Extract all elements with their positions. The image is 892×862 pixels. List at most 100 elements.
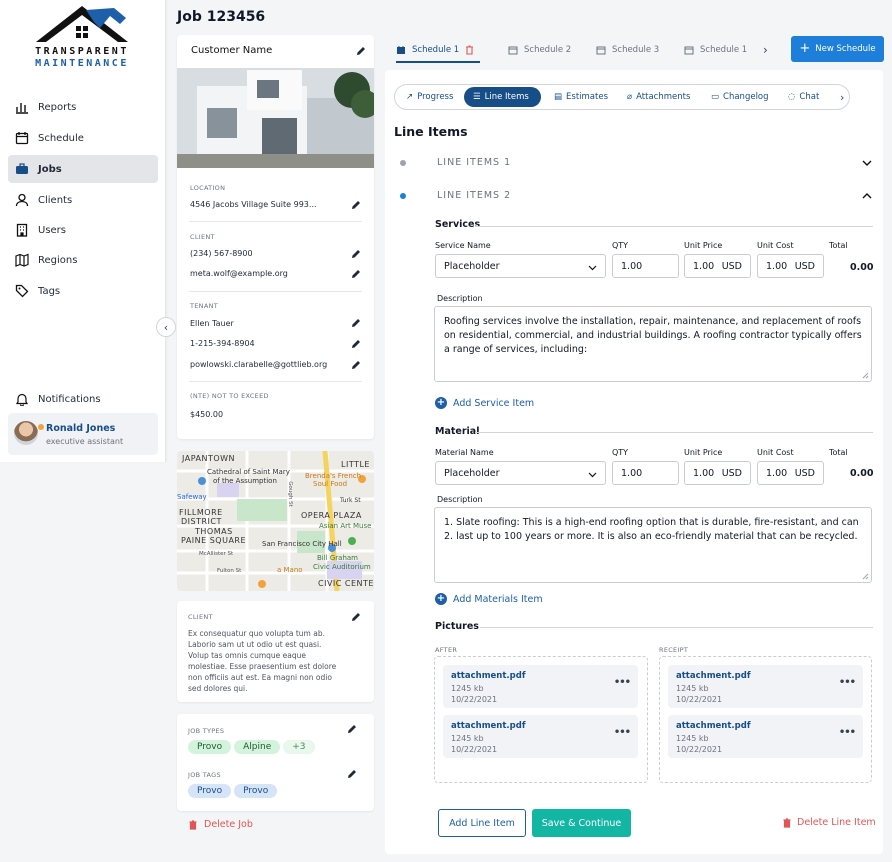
attachment-item[interactable]: attachment.pdf 1245 kb 10/22/2021 ••• [668,665,863,708]
tab-schedule-4[interactable]: Schedule 1 [684,38,747,62]
delete-job-button[interactable]: Delete Job [188,819,253,830]
edit-icon[interactable] [351,360,361,370]
new-schedule-button[interactable]: + New Schedule [791,36,884,62]
tab-attachments[interactable]: ⌀ Attachments [618,87,699,107]
description-label: Description [437,495,483,504]
after-attachments[interactable]: attachment.pdf 1245 kb 10/22/2021 ••• at… [434,656,648,783]
customer-card: Customer Name LOCATION 4546 Jacobs Villa… [177,35,374,439]
map-label: Gough St [286,481,293,507]
trend-icon: ↗ [406,92,414,102]
job-type-chip[interactable]: Provo [188,740,232,754]
subtabs-next-button[interactable]: › [831,87,853,107]
accordion-line-items-1[interactable]: LINE ITEMS 1 [397,154,875,174]
add-line-item-button[interactable]: Add Line Item [438,809,526,837]
attachment-name[interactable]: attachment.pdf [676,721,751,731]
attachment-name[interactable]: attachment.pdf [451,671,526,681]
tab-schedule-2[interactable]: Schedule 2 [508,38,571,62]
accordion-line-items-2[interactable]: LINE ITEMS 2 [397,187,875,207]
next-tabs-button[interactable]: › [763,38,768,62]
sidebar-item-tags[interactable]: Tags [8,277,158,305]
material-description-textarea[interactable]: 1. Slate roofing: This is a high-end roo… [434,507,872,583]
service-name-select[interactable]: Placeholder [435,254,606,278]
collapse-sidebar-button[interactable]: ‹ [156,317,176,337]
location-map[interactable]: JAPANTOWN Cathedral of Saint Mary of the… [177,451,374,591]
edit-icon[interactable] [351,612,361,622]
currency-label: USD [794,261,815,272]
save-continue-button[interactable]: Save & Continue [532,809,631,837]
property-photo[interactable] [177,68,374,168]
tab-label: Schedule 1 [700,45,748,55]
tab-schedule-1[interactable]: Schedule 1 [396,38,474,62]
tenant-label: TENANT [190,302,219,310]
attachment-item[interactable]: attachment.pdf 1245 kb 10/22/2021 ••• [668,715,863,758]
attachment-name[interactable]: attachment.pdf [451,721,526,731]
trash-icon[interactable] [465,45,474,55]
map-label: Civic Auditorium [313,563,371,571]
col-label: Service Name [435,241,491,250]
add-materials-item-button[interactable]: + Add Materials Item [435,593,543,605]
logo[interactable]: TRANSPARENT MAINTENANCE [30,2,134,72]
edit-icon[interactable] [351,318,361,328]
edit-icon[interactable] [351,339,361,349]
map-label: Asian Art Muse [319,522,372,530]
attachment-item[interactable]: attachment.pdf 1245 kb 10/22/2021 ••• [443,665,638,708]
receipt-attachments[interactable]: attachment.pdf 1245 kb 10/22/2021 ••• at… [659,656,872,783]
attachment-item[interactable]: attachment.pdf 1245 kb 10/22/2021 ••• [443,715,638,758]
client-note-text: Ex consequatur quo volupta tum ab. Labor… [188,628,336,694]
tab-schedule-3[interactable]: Schedule 3 [596,38,659,62]
chevron-left-icon: ‹ [163,320,169,334]
sidebar-item-clients[interactable]: Clients [8,186,158,214]
tab-progress[interactable]: ↗ Progress [397,87,462,107]
service-unit-price-input[interactable]: 1.00 USD [684,254,751,278]
add-service-item-button[interactable]: + Add Service Item [435,397,534,409]
more-types-chip[interactable]: +3 [283,740,315,754]
job-type-chip[interactable]: Alpine [234,740,281,754]
tab-label: Schedule 3 [612,45,660,55]
notifications-button[interactable]: Notifications [8,385,158,413]
more-options-icon[interactable]: ••• [839,727,856,738]
edit-icon[interactable] [347,769,357,779]
material-qty-input[interactable]: 1.00 [612,461,679,485]
resize-handle-icon[interactable] [862,573,869,580]
attachment-name[interactable]: attachment.pdf [676,671,751,681]
tenant-name: Ellen Tauer [190,319,234,328]
edit-icon[interactable] [351,200,361,210]
material-unit-price-input[interactable]: 1.00 USD [684,461,751,485]
more-options-icon[interactable]: ••• [614,727,631,738]
tab-line-items[interactable]: ☰ Line Items [464,87,541,107]
service-unit-cost-input[interactable]: 1.00 USD [757,254,824,278]
edit-icon[interactable] [347,724,357,734]
user-profile[interactable]: Ronald Jones executive assistant [8,413,158,455]
tab-changelog[interactable]: ▭ Changelog [702,87,778,107]
resize-handle-icon[interactable] [862,372,869,379]
chat-icon: ◌ [788,92,796,102]
job-tag-chip[interactable]: Provo [234,784,278,798]
service-qty-input[interactable]: 1.00 [612,254,679,278]
status-dot [38,424,44,430]
sidebar-item-jobs[interactable]: Jobs [8,155,158,183]
material-name-select[interactable]: Placeholder [435,461,606,485]
customer-name: Customer Name [191,45,273,56]
attachment-date: 10/22/2021 [676,695,723,704]
service-description-textarea[interactable]: Roofing services involve the installatio… [434,306,872,382]
map-label: San Francisco City Hall [262,540,342,548]
material-unit-cost-input[interactable]: 1.00 USD [757,461,824,485]
tab-chat[interactable]: ◌ Chat [779,87,828,107]
map-label: PAINE SQUARE [181,536,247,545]
bullet-icon [400,193,406,199]
input-value: 1.00 [693,261,715,272]
sidebar-item-users[interactable]: Users [8,216,158,244]
page-title: Job 123456 [177,9,266,25]
sidebar-item-reports[interactable]: Reports [8,93,158,121]
sidebar-item-regions[interactable]: Regions [8,246,158,274]
edit-icon[interactable] [351,249,361,259]
delete-line-item-button[interactable]: Delete Line Item [782,817,876,828]
more-options-icon[interactable]: ••• [614,677,631,688]
job-tag-chip[interactable]: Provo [188,784,232,798]
tab-estimates[interactable]: ▤ Estimates [545,87,617,107]
edit-icon[interactable] [351,269,361,279]
chevron-right-icon: › [840,90,845,104]
more-options-icon[interactable]: ••• [839,677,856,688]
sidebar-item-schedule[interactable]: Schedule [8,124,158,152]
edit-icon[interactable] [356,46,366,56]
